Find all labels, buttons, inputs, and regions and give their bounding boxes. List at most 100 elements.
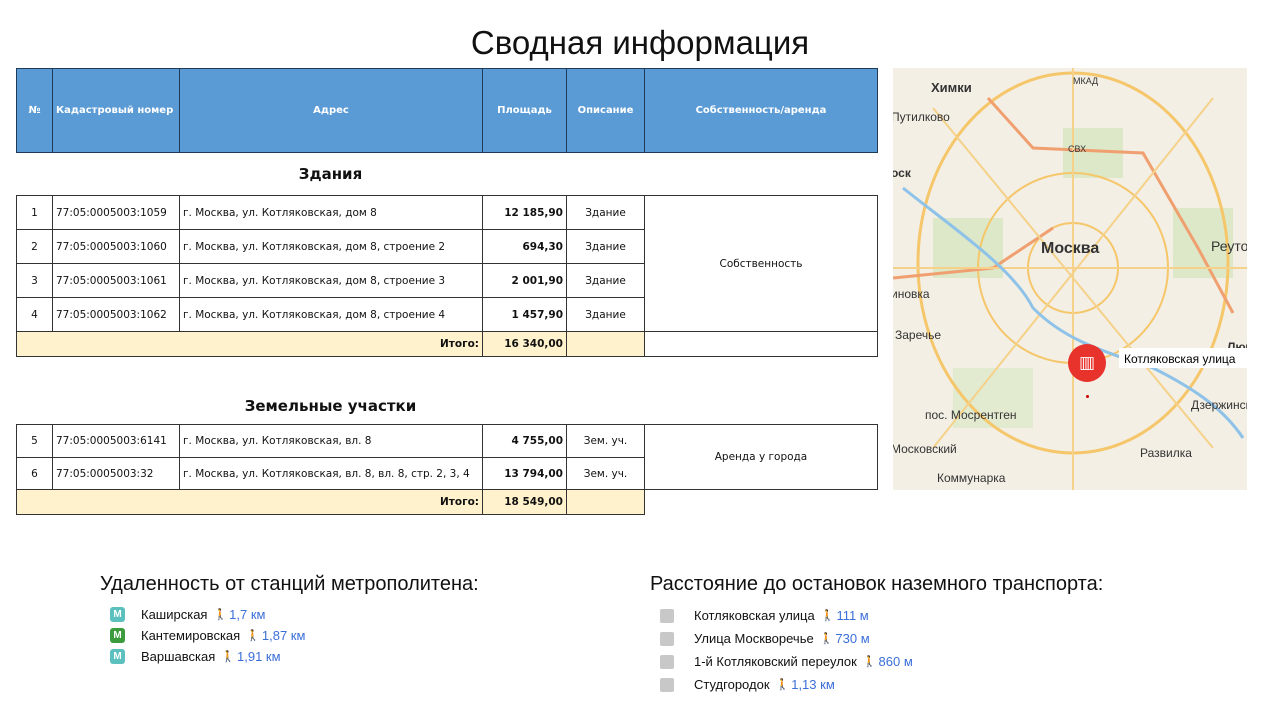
cell-cad: 77:05:0005003:1060 [52, 229, 180, 264]
map-label: Московский [893, 442, 957, 456]
map-label: оск [893, 166, 911, 180]
location-marker[interactable]: ▥ [1068, 344, 1106, 382]
walk-icon: 🚶 [819, 633, 834, 645]
metro-title: Удаленность от станций метрополитена: [100, 573, 479, 595]
metro-item[interactable]: M Каширская 🚶 1,7 км [100, 604, 479, 625]
bus-stop-icon [660, 677, 674, 692]
station-name: Каширская [141, 607, 208, 622]
total-empty [566, 331, 645, 357]
station-name: Кантемировская [141, 628, 241, 643]
cell-n: 3 [16, 263, 53, 298]
map-label: иновка [893, 287, 930, 301]
walk-icon: 🚶 [775, 679, 790, 691]
marker-label: Котляковская улица [1124, 352, 1236, 366]
cell-n: 1 [16, 195, 53, 230]
station-name: Варшавская [141, 649, 216, 664]
stop-item[interactable]: Студгородок 🚶 1,13 км [650, 673, 1103, 696]
cell-n: 4 [16, 297, 53, 332]
map-label: Москва [1041, 240, 1100, 257]
map-label: МКАД [1073, 76, 1099, 86]
stop-name: 1-й Котляковский переулок [694, 654, 857, 669]
header-table: № Кадастровый номер Адрес Площадь Описан… [16, 68, 878, 153]
cell-desc: Зем. уч. [566, 424, 645, 458]
cell-desc: Зем. уч. [566, 457, 645, 490]
map-label: СВХ [1068, 144, 1087, 154]
stop-name: Улица Москворечье [694, 631, 814, 646]
table-row: 5 77:05:0005003:6141 г. Москва, ул. Котляк… [16, 424, 878, 490]
distance: 111 м [836, 608, 869, 623]
cell-area: 1 457,90 [482, 297, 567, 332]
col-description: Описание [566, 68, 645, 153]
map-label: Коммунарка [937, 471, 1006, 485]
map-label: Путилково [893, 110, 950, 124]
total-empty [644, 489, 878, 515]
stop-item[interactable]: Улица Москворечье 🚶 730 м [650, 627, 1103, 650]
col-number: № [16, 68, 53, 153]
cell-area: 12 185,90 [482, 195, 567, 230]
total-empty [644, 331, 878, 357]
cell-ownership: Аренда у города [644, 424, 878, 490]
total-label: Итого: [16, 489, 483, 515]
bus-stop-icon [660, 608, 674, 623]
cell-desc: Здание [566, 297, 645, 332]
cell-addr: г. Москва, ул. Котляковская, дом 8, стро… [179, 263, 483, 298]
col-ownership: Собственность/аренда [644, 68, 878, 153]
buildings-table: 1 77:05:0005003:1059 г. Москва, ул. Котляк… [16, 195, 878, 357]
col-address: Адрес [179, 68, 483, 153]
bus-stop-icon [660, 631, 674, 646]
distance: 1,7 км [229, 607, 266, 622]
page-title: Сводная информация [470, 24, 810, 61]
cell-ownership: Собственность [644, 195, 878, 332]
cell-desc: Здание [566, 263, 645, 298]
cell-cad: 77:05:0005003:32 [52, 457, 180, 490]
cell-n: 2 [16, 229, 53, 264]
cell-area: 694,30 [482, 229, 567, 264]
cell-cad: 77:05:0005003:6141 [52, 424, 180, 458]
map-label: Реутов [1211, 238, 1247, 254]
walk-icon: 🚶 [246, 630, 260, 642]
cell-area: 2 001,90 [482, 263, 567, 298]
metro-icon: M [110, 607, 125, 622]
metro-item[interactable]: M Варшавская 🚶 1,91 км [100, 646, 479, 667]
walk-icon: 🚶 [213, 609, 228, 621]
building-icon: ▥ [1078, 353, 1096, 373]
cell-cad: 77:05:0005003:1062 [52, 297, 180, 332]
distance: 1,91 км [237, 649, 281, 664]
cell-addr: г. Москва, ул. Котляковская, дом 8, стро… [179, 297, 483, 332]
section-buildings: Здания [298, 165, 363, 183]
transport-section: Расстояние до остановок наземного трансп… [650, 573, 1103, 696]
cell-n: 5 [16, 424, 53, 458]
map-label: Заречье [895, 328, 942, 342]
table-row: 1 77:05:0005003:1059 г. Москва, ул. Котляк… [16, 195, 878, 332]
map-roads [893, 68, 1247, 490]
metro-item[interactable]: M Кантемировская 🚶 1,87 км [100, 625, 479, 646]
distance: 1,13 км [791, 677, 835, 692]
distance: 1,87 км [261, 628, 306, 643]
marker-point [1086, 395, 1089, 398]
map-label: Дзержинский [1191, 398, 1247, 412]
stop-item[interactable]: 1-й Котляковский переулок 🚶 860 м [650, 650, 1103, 673]
cell-cad: 77:05:0005003:1061 [52, 263, 180, 298]
walk-icon: 🚶 [221, 651, 235, 663]
map[interactable]: Химки Путилково оск МКАД СВХ Москва Реут… [893, 68, 1247, 490]
cell-addr: г. Москва, ул. Котляковская, вл. 8 [179, 424, 483, 458]
cell-n: 6 [16, 457, 53, 490]
metro-icon: M [110, 649, 125, 664]
cell-area: 13 794,00 [482, 457, 567, 490]
cell-cad: 77:05:0005003:1059 [52, 195, 180, 230]
stop-name: Котляковская улица [694, 608, 815, 623]
col-cadastral: Кадастровый номер [52, 68, 180, 153]
section-land: Земельные участки [244, 397, 417, 415]
stop-item[interactable]: Котляковская улица 🚶 111 м [650, 604, 1103, 627]
distance: 860 м [878, 654, 913, 669]
total-row: Итого: 16 340,00 [16, 331, 878, 357]
stop-name: Студгородок [694, 677, 770, 692]
cell-addr: г. Москва, ул. Котляковская, вл. 8, вл. … [179, 457, 483, 490]
map-label: Химки [931, 80, 972, 95]
total-value: 16 340,00 [482, 331, 567, 357]
walk-icon: 🚶 [862, 656, 877, 668]
land-table: 5 77:05:0005003:6141 г. Москва, ул. Котляк… [16, 424, 878, 515]
cell-addr: г. Москва, ул. Котляковская, дом 8, стро… [179, 229, 483, 264]
walk-icon: 🚶 [820, 610, 835, 622]
distance: 730 м [835, 631, 870, 646]
